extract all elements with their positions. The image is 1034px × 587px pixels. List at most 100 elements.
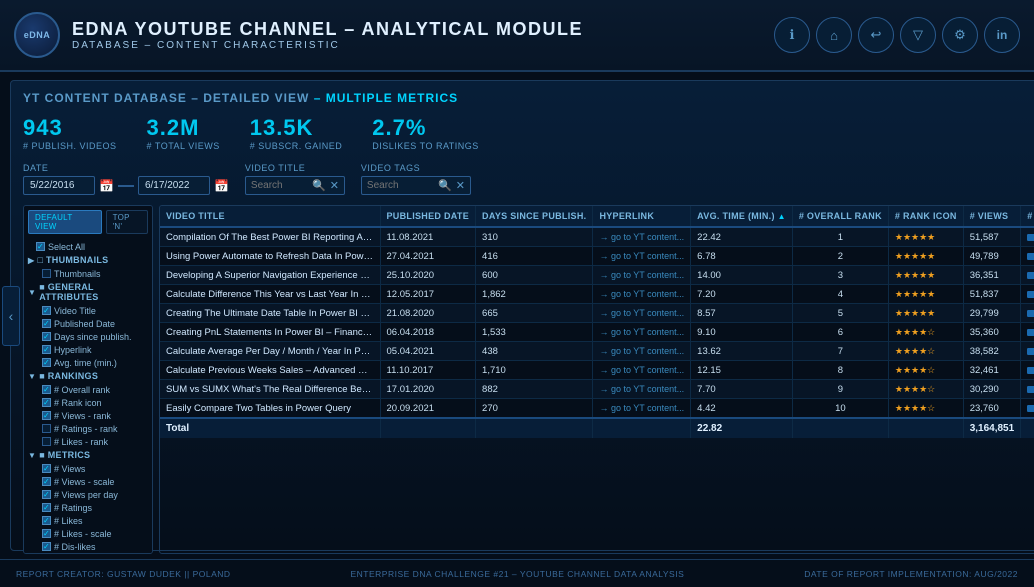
sidebar-view-row: Default view TOP 'N': [28, 210, 148, 234]
col-days-since[interactable]: Days since publish.: [476, 206, 593, 227]
sidebar-item-dislikes-pct[interactable]: # Dislikes /ratings (%): [28, 553, 148, 554]
sidebar-section-thumbnails[interactable]: ▶ □ Thumbnails: [28, 253, 148, 267]
cell-rank-icon: ★★★★★: [888, 266, 963, 285]
checkbox-rank-icon[interactable]: [42, 398, 51, 407]
sidebar-item-days[interactable]: Days since publish.: [28, 330, 148, 343]
date-separator: [118, 185, 134, 187]
info-button[interactable]: ℹ: [774, 17, 810, 53]
sidebar-item-views-scale[interactable]: # Views - scale: [28, 475, 148, 488]
cell-title: Developing A Superior Navigation Experie…: [160, 266, 380, 285]
sidebar-section-rankings[interactable]: ▼ ■ Rankings: [28, 369, 148, 383]
sidebar-item-published-date[interactable]: Published Date: [28, 317, 148, 330]
checkbox-video-title[interactable]: [42, 306, 51, 315]
cell-hyperlink[interactable]: → go to YT content...: [593, 323, 691, 342]
total-blank-scale: [1021, 418, 1034, 438]
select-all-checkbox[interactable]: [36, 242, 45, 251]
checkbox-days[interactable]: [42, 332, 51, 341]
sidebar-item-ratings-rank[interactable]: # Ratings - rank: [28, 422, 148, 435]
cell-hyperlink[interactable]: → go to YT content...: [593, 399, 691, 419]
default-view-button[interactable]: Default view: [28, 210, 102, 234]
col-views[interactable]: # Views: [963, 206, 1021, 227]
prev-arrow-button[interactable]: ‹: [2, 286, 20, 346]
checkbox-ratings-rank[interactable]: [42, 424, 51, 433]
checkbox-likes-rank[interactable]: [42, 437, 51, 446]
cell-views-scale: [1021, 247, 1034, 266]
date-from-input[interactable]: [23, 176, 95, 195]
sidebar-item-hyperlink[interactable]: Hyperlink: [28, 343, 148, 356]
sidebar-item-views[interactable]: # Views: [28, 462, 148, 475]
cell-avg-time: 22.42: [691, 227, 793, 247]
settings-button[interactable]: ⚙: [942, 17, 978, 53]
data-table-wrap[interactable]: Video Title Published Date Days since pu…: [159, 205, 1034, 554]
select-all-label: Select All: [48, 242, 85, 252]
header-left: eDNA EDNA YOUTUBE CHANNEL – ANALYTICAL M…: [14, 12, 583, 58]
sidebar-select-all[interactable]: Select All: [28, 240, 148, 253]
panel-title-part1: YT CONTENT DATABASE – DETAILED VIEW: [23, 91, 309, 105]
cell-views: 51,837: [963, 285, 1021, 304]
col-avg-time[interactable]: Avg. time (min.) ▲: [691, 206, 793, 227]
sidebar-item-rank-icon[interactable]: # Rank icon: [28, 396, 148, 409]
filter-button[interactable]: ▽: [900, 17, 936, 53]
cell-views-scale: [1021, 361, 1034, 380]
cell-views: 38,582: [963, 342, 1021, 361]
table-row: Creating The Ultimate Date Table In Powe…: [160, 304, 1034, 323]
sidebar-section-general[interactable]: ▼ ■ General attributes: [28, 280, 148, 304]
sidebar-item-likes[interactable]: # Likes: [28, 514, 148, 527]
checkbox-dislikes[interactable]: [42, 542, 51, 551]
sidebar[interactable]: Default view TOP 'N' Select All ▶ □ Thum…: [23, 205, 153, 554]
cell-rank: 3: [792, 266, 888, 285]
cell-hyperlink[interactable]: → go to YT content...: [593, 380, 691, 399]
table-row: Compilation Of The Best Power BI Reporti…: [160, 227, 1034, 247]
top-n-button[interactable]: TOP 'N': [106, 210, 148, 234]
video-title-search-input[interactable]: [251, 180, 308, 191]
cell-rank: 2: [792, 247, 888, 266]
sidebar-item-likes-rank[interactable]: # Likes - rank: [28, 435, 148, 448]
footer: REPORT CREATOR: GUSTAW DUDEK || POLAND E…: [0, 559, 1034, 587]
col-overall-rank[interactable]: # Overall rank: [792, 206, 888, 227]
video-tags-filter-group: Video tags 🔍 ✕: [361, 163, 471, 195]
sidebar-item-video-title[interactable]: Video Title: [28, 304, 148, 317]
checkbox-published-date[interactable]: [42, 319, 51, 328]
linkedin-button[interactable]: in: [984, 17, 1020, 53]
sidebar-section-metrics[interactable]: ▼ ■ Metrics: [28, 448, 148, 462]
checkbox-views-rank[interactable]: [42, 411, 51, 420]
cell-hyperlink[interactable]: → go to YT content...: [593, 266, 691, 285]
cell-hyperlink[interactable]: → go to YT content...: [593, 285, 691, 304]
sidebar-item-dislikes[interactable]: # Dis-likes: [28, 540, 148, 553]
checkbox-likes[interactable]: [42, 516, 51, 525]
sidebar-item-avg-time[interactable]: Avg. time (min.): [28, 356, 148, 369]
cell-days: 882: [476, 380, 593, 399]
home-button[interactable]: ⌂: [816, 17, 852, 53]
checkbox-ratings[interactable]: [42, 503, 51, 512]
checkbox-views-scale[interactable]: [42, 477, 51, 486]
cell-hyperlink[interactable]: → go to YT content...: [593, 342, 691, 361]
sidebar-item-views-rank[interactable]: # Views - rank: [28, 409, 148, 422]
clear-icon-title[interactable]: ✕: [330, 179, 339, 192]
back-button[interactable]: ↩: [858, 17, 894, 53]
checkbox-avg-time[interactable]: [42, 358, 51, 367]
cell-hyperlink[interactable]: → go to YT content...: [593, 361, 691, 380]
checkbox-views-per-day[interactable]: [42, 490, 51, 499]
sidebar-item-likes-scale[interactable]: # Likes - scale: [28, 527, 148, 540]
header-titles: EDNA YOUTUBE CHANNEL – ANALYTICAL MODULE…: [72, 19, 583, 51]
cell-rank: 5: [792, 304, 888, 323]
cell-hyperlink[interactable]: → go to YT content...: [593, 247, 691, 266]
date-to-input[interactable]: [138, 176, 210, 195]
cell-hyperlink[interactable]: → go to YT content...: [593, 227, 691, 247]
video-tags-search-input[interactable]: [367, 180, 434, 191]
clear-icon-tags[interactable]: ✕: [456, 179, 465, 192]
checkbox-overall-rank[interactable]: [42, 385, 51, 394]
cell-avg-time: 8.57: [691, 304, 793, 323]
sidebar-item-ratings[interactable]: # Ratings: [28, 501, 148, 514]
label-thumbnails: Thumbnails: [54, 269, 101, 279]
sidebar-item-overall-rank[interactable]: # Overall rank: [28, 383, 148, 396]
sidebar-item-thumbnails[interactable]: Thumbnails: [28, 267, 148, 280]
cell-hyperlink[interactable]: → go to YT content...: [593, 304, 691, 323]
checkbox-thumbnails[interactable]: [42, 269, 51, 278]
checkbox-views[interactable]: [42, 464, 51, 473]
general-section-label: ■ General attributes: [39, 282, 148, 302]
checkbox-likes-scale[interactable]: [42, 529, 51, 538]
sidebar-item-views-per-day[interactable]: # Views per day: [28, 488, 148, 501]
checkbox-hyperlink[interactable]: [42, 345, 51, 354]
col-published-date[interactable]: Published Date: [380, 206, 476, 227]
